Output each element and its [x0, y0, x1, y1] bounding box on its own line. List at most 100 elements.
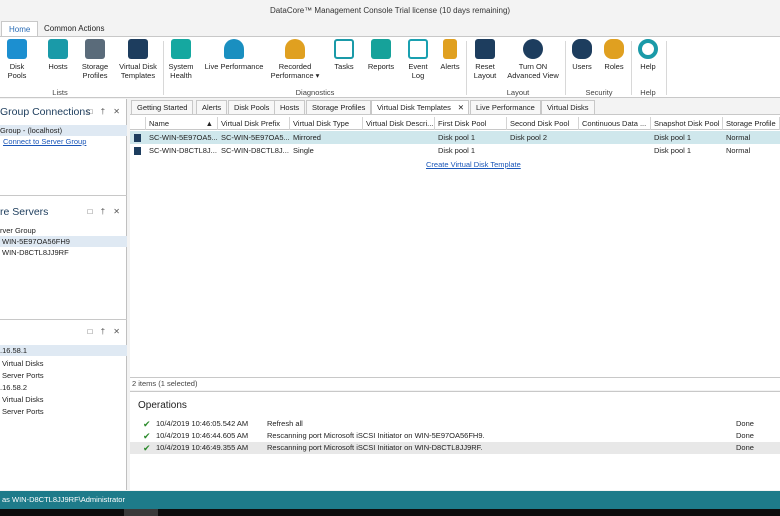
panel-pin-controls[interactable]: □ † ✕ — [88, 323, 123, 341]
button-label: Live Performance — [204, 62, 264, 71]
roles-button[interactable]: Roles — [600, 39, 628, 71]
cell-description — [363, 131, 435, 144]
button-label: Users — [572, 62, 592, 71]
tab-live-performance[interactable]: Live Performance — [470, 100, 541, 115]
operation-description: Rescanning port Microsoft iSCSI Initiato… — [267, 431, 485, 440]
button-label: Tasks — [334, 62, 354, 71]
recorded-performance-icon — [285, 39, 305, 59]
alerts-button[interactable]: Alerts — [436, 39, 464, 71]
group-label-security: Security — [585, 88, 613, 97]
hosts-button[interactable]: Hosts — [44, 39, 72, 71]
reset-layout-button[interactable]: Reset Layout — [470, 39, 500, 80]
virtual-disk-template-icon — [134, 134, 141, 142]
advanced-view-icon — [523, 39, 543, 59]
tab-label: Virtual Disk Templates — [377, 103, 451, 112]
operation-row[interactable]: ✔ 10/4/2019 10:46:05.542 AM Refresh all … — [130, 418, 780, 430]
users-icon — [572, 39, 592, 59]
grid-header-name[interactable]: Name ▲ — [146, 117, 218, 130]
tab-disk-pools[interactable]: Disk Pools — [228, 100, 276, 115]
tree-item-server-group[interactable]: rver Group — [0, 225, 127, 236]
tree-item-group[interactable]: Group - (localhost) — [0, 125, 127, 136]
tab-virtual-disks[interactable]: Virtual Disks — [541, 100, 595, 115]
grid-header-prefix[interactable]: Virtual Disk Prefix — [218, 117, 290, 130]
tree-item-server[interactable]: WIN-5E97OA56FH9 — [0, 236, 127, 247]
sort-asc-icon: ▲ — [205, 119, 213, 128]
virtual-disk-templates-icon — [128, 39, 148, 59]
cell-name: SC-WIN-D8CTL8J... — [149, 146, 217, 155]
connect-server-group-link[interactable]: Connect to Server Group — [0, 136, 127, 147]
virtual-disk-template-icon — [134, 147, 141, 155]
tab-alerts[interactable]: Alerts — [196, 100, 228, 115]
operations-panel: Operations ✔ 10/4/2019 10:46:05.542 AM R… — [130, 391, 780, 490]
system-health-button[interactable]: System Health — [166, 39, 196, 80]
tab-storage-profiles[interactable]: Storage Profiles — [306, 100, 372, 115]
operation-description: Refresh all — [267, 419, 303, 428]
create-virtual-disk-template-link[interactable]: Create Virtual Disk Template — [426, 160, 521, 169]
panel-pin-controls[interactable]: □ † ✕ — [88, 103, 123, 121]
servers-header: re Servers □ † ✕ — [0, 203, 127, 221]
table-row[interactable]: SC-WIN-5E97OA5... SC-WIN-5E97OA5... Mirr… — [130, 131, 780, 144]
grid-header-first-pool[interactable]: First Disk Pool — [435, 117, 507, 130]
button-label: Recorded Performance ▾ — [270, 62, 320, 80]
grid-header-storage-profile[interactable]: Storage Profile — [723, 117, 780, 130]
tab-home[interactable]: Home — [1, 21, 39, 37]
tab-common-actions[interactable]: Common Actions — [37, 21, 111, 37]
taskbar-item[interactable] — [124, 509, 158, 516]
cell-prefix: SC-WIN-D8CTL8J... — [221, 146, 289, 155]
cell-storage-profile: Normal — [726, 133, 751, 142]
event-log-button[interactable]: Event Log — [404, 39, 432, 80]
tasks-button[interactable]: Tasks — [330, 39, 358, 71]
cell-snapshot-pool: Disk pool 1 — [654, 146, 692, 155]
close-icon[interactable]: ✕ — [458, 101, 464, 115]
button-label: Reset Layout — [473, 62, 497, 80]
tab-getting-started[interactable]: Getting Started — [131, 100, 194, 115]
cell-second-pool — [507, 144, 579, 157]
tab-virtual-disk-templates[interactable]: Virtual Disk Templates ✕ — [371, 100, 469, 115]
users-button[interactable]: Users — [568, 39, 596, 71]
group-connections-header: Group Connections □ † ✕ — [0, 103, 127, 121]
cell-snapshot-pool: Disk pool 1 — [654, 133, 692, 142]
tab-hosts[interactable]: Hosts — [274, 100, 306, 115]
tree-item-port[interactable]: .16.58.2 — [0, 382, 127, 393]
help-button[interactable]: Help — [634, 39, 662, 71]
left-pane: Group Connections □ † ✕ Group - (localho… — [0, 99, 127, 490]
grid-header-type[interactable]: Virtual Disk Type — [290, 117, 363, 130]
operation-time: 10/4/2019 10:46:05.542 AM — [156, 419, 249, 428]
tree-item-server-ports[interactable]: Server Ports — [0, 370, 127, 381]
operation-time: 10/4/2019 10:46:44.605 AM — [156, 431, 249, 440]
operation-row[interactable]: ✔ 10/4/2019 10:46:49.355 AM Rescanning p… — [130, 442, 780, 454]
cell-description — [363, 144, 435, 157]
tree-item-port[interactable]: .16.58.1 — [0, 345, 127, 356]
tree-item-server[interactable]: WIN-D8CTL8JJ9RF — [0, 247, 127, 258]
tree-item-virtual-disks[interactable]: Virtual Disks — [0, 358, 127, 369]
panel-pin-controls[interactable]: □ † ✕ — [88, 203, 123, 221]
advanced-view-button[interactable]: Turn ON Advanced View — [504, 39, 562, 80]
ports-header: □ † ✕ — [0, 323, 127, 341]
table-row[interactable]: SC-WIN-D8CTL8J... SC-WIN-D8CTL8J... Sing… — [130, 144, 780, 157]
button-label: Virtual Disk Templates — [119, 62, 157, 80]
button-label: Disk Pools — [7, 62, 27, 80]
check-icon: ✔ — [143, 431, 151, 441]
grid-header-second-pool[interactable]: Second Disk Pool — [507, 117, 579, 130]
grid-header-cdp[interactable]: Continuous Data ... — [579, 117, 651, 130]
grid-header-description[interactable]: Virtual Disk Descri... — [363, 117, 435, 130]
grid-header-snapshot-pool[interactable]: Snapshot Disk Pool — [651, 117, 723, 130]
disk-pools-icon — [7, 39, 27, 59]
tree-item-virtual-disks[interactable]: Virtual Disks — [0, 394, 127, 405]
roles-icon — [604, 39, 624, 59]
virtual-disk-templates-button[interactable]: Virtual Disk Templates — [117, 39, 159, 80]
button-label: Reports — [367, 62, 395, 71]
storage-profiles-button[interactable]: Storage Profiles — [79, 39, 111, 80]
check-icon: ✔ — [143, 419, 151, 429]
disk-pools-button[interactable]: Disk Pools — [0, 39, 34, 80]
live-performance-button[interactable]: Live Performance — [203, 39, 265, 71]
tasks-icon — [334, 39, 354, 59]
tree-item-server-ports[interactable]: Server Ports — [0, 406, 127, 417]
operation-row[interactable]: ✔ 10/4/2019 10:46:44.605 AM Rescanning p… — [130, 430, 780, 442]
button-label: Storage Profiles — [81, 62, 109, 80]
cell-prefix: SC-WIN-5E97OA5... — [221, 133, 290, 142]
cell-second-pool: Disk pool 2 — [510, 133, 548, 142]
operation-description: Rescanning port Microsoft iSCSI Initiato… — [267, 443, 483, 452]
reports-button[interactable]: Reports — [366, 39, 396, 71]
recorded-performance-button[interactable]: Recorded Performance ▾ — [268, 39, 322, 80]
